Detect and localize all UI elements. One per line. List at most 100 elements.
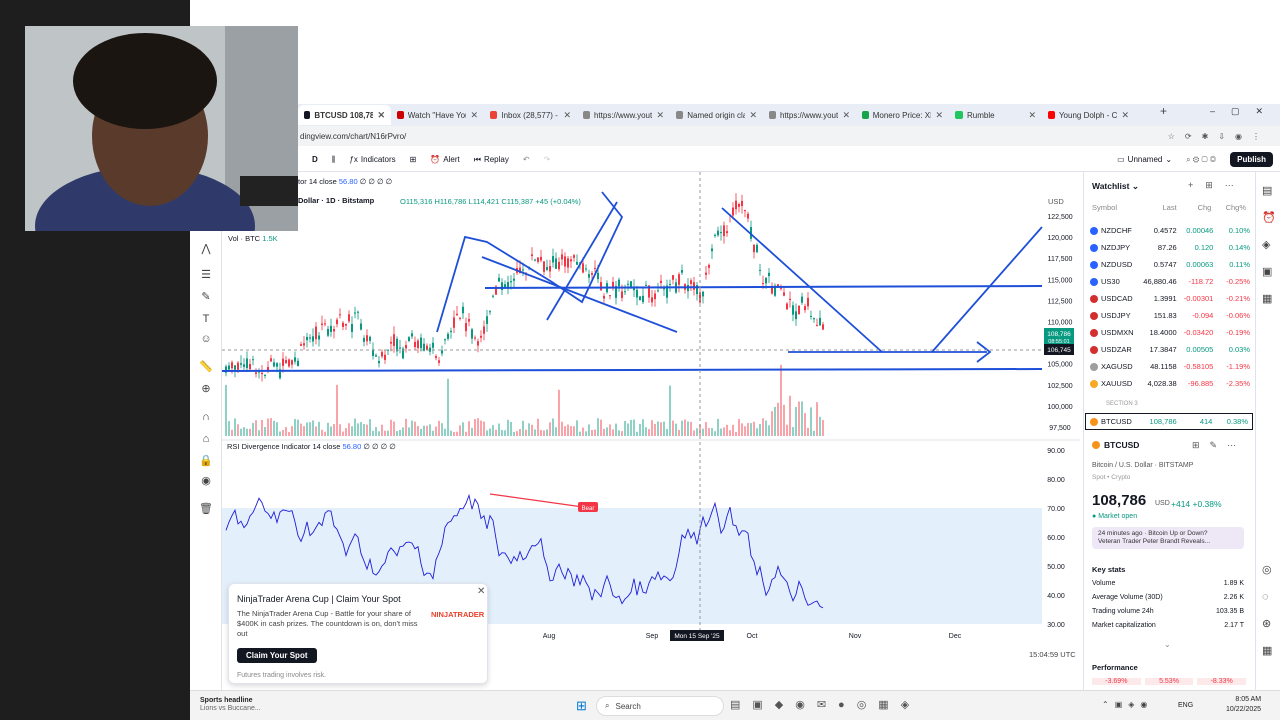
- watchlist-row[interactable]: USDJPY 151.83 -0.094 -0.06%: [1090, 307, 1250, 324]
- volume-bar: [465, 431, 467, 436]
- watchlist-row[interactable]: USDMXN 18.4000 -0.03420 -0.19%: [1090, 324, 1250, 341]
- claim-spot-button[interactable]: Claim Your Spot: [237, 648, 317, 663]
- indicator-legend-top: tor 14 close 56.80 ∅ ∅ ∅ ∅: [298, 177, 393, 186]
- watchlist-row[interactable]: XAUUSD 4,028.38 -96.885 -2.35%: [1090, 375, 1250, 392]
- candle-body: [360, 323, 362, 330]
- perf-cell[interactable]: 5.53%: [1144, 678, 1194, 685]
- close-icon[interactable]: ✕: [1121, 110, 1129, 121]
- brush-tool-icon[interactable]: ✎: [199, 290, 213, 304]
- redo-icon[interactable]: ↷: [537, 148, 558, 172]
- magnet-icon[interactable]: ∩: [199, 410, 213, 424]
- volume-legend: Vol · BTC 1.5K: [228, 234, 278, 243]
- text-tool-icon[interactable]: T: [199, 312, 213, 326]
- new-tab-button[interactable]: +: [1160, 104, 1167, 118]
- fib-tool-icon[interactable]: ☰: [199, 268, 213, 282]
- layout-icon: ▭: [1117, 155, 1125, 164]
- volume-bar: [732, 424, 734, 436]
- address-url[interactable]: dingview.com/chart/N16rPvro/: [300, 132, 406, 141]
- close-icon[interactable]: ✕: [842, 110, 850, 121]
- trash-icon[interactable]: 🗑: [199, 502, 213, 516]
- browser-tab[interactable]: https://www.youtub✕: [577, 105, 670, 125]
- browser-tab[interactable]: Inbox (28,577) - b ✕: [484, 105, 577, 125]
- utc-clock[interactable]: 15:04:59 UTC: [1029, 650, 1076, 659]
- candle-body: [537, 257, 539, 262]
- row-last: 151.83: [1153, 311, 1177, 320]
- symbol-title[interactable]: Dollar · 1D · Bitstamp: [298, 196, 374, 205]
- interval-button[interactable]: D: [298, 148, 325, 172]
- sidebar-icons[interactable]: ▤ ⏰ ◈ ▣ ▦: [1262, 178, 1276, 313]
- ad-title[interactable]: NinjaTrader Arena Cup | Claim Your Spot: [237, 594, 401, 604]
- volume-bar: [684, 419, 686, 436]
- close-icon[interactable]: ✕: [470, 110, 478, 121]
- close-icon[interactable]: ✕: [935, 110, 943, 121]
- close-icon[interactable]: ✕: [1028, 110, 1036, 121]
- volume-bar: [624, 420, 626, 436]
- taskbar-app-icons[interactable]: ▤▣◆◉✉●◎▦◈: [730, 698, 921, 711]
- browser-tab[interactable]: Named origin clari ✕: [670, 105, 763, 125]
- tray-icons[interactable]: ⌃▣◈◉: [1102, 700, 1153, 709]
- close-icon[interactable]: ✕: [477, 586, 485, 597]
- close-icon[interactable]: ✕: [563, 110, 571, 121]
- perf-cell[interactable]: -8.33%: [1197, 678, 1247, 685]
- emoji-tool-icon[interactable]: ☺: [199, 332, 213, 346]
- browser-actions-icon[interactable]: ☆⟳✱⇩◉⋮: [1168, 132, 1270, 141]
- watchlist-row[interactable]: XAGUSD 48.1158 -0.58105 -1.19%: [1090, 358, 1250, 375]
- close-icon[interactable]: ✕: [377, 110, 385, 121]
- browser-tab[interactable]: https://www.youtub✕: [763, 105, 856, 125]
- sidebar-bottom-icons[interactable]: ◎ ◌ ⊛ ▦: [1262, 557, 1272, 665]
- volume-bar: [255, 420, 257, 436]
- volume-bar: [723, 427, 725, 436]
- eye-icon[interactable]: ◉: [199, 474, 213, 488]
- details-actions-icon[interactable]: ⊞✎⋯: [1192, 440, 1246, 451]
- browser-tab[interactable]: Monero Price: XMR✕: [856, 105, 949, 125]
- window-controls[interactable]: –▢✕: [1210, 106, 1279, 117]
- watchlist-row-selected[interactable]: BTCUSD 108,786 414 0.38%: [1085, 413, 1253, 430]
- ruler-icon[interactable]: 📏: [199, 360, 213, 374]
- volume-bar: [402, 427, 404, 436]
- watchlist-row[interactable]: USDCAD 1.3991 -0.00301 -0.21%: [1090, 290, 1250, 307]
- zoom-icon[interactable]: ⊕: [199, 382, 213, 396]
- taskbar-search[interactable]: ⌕ Search: [596, 696, 724, 716]
- perf-cell[interactable]: -3.69%: [1092, 678, 1141, 685]
- layout-button[interactable]: ▭ Unnamed ⌄: [1110, 148, 1179, 172]
- search-icon[interactable]: ⌕ ⚙ ▢ ◎: [1179, 148, 1223, 172]
- publish-button[interactable]: Publish: [1223, 148, 1280, 172]
- watchlist-row[interactable]: NZDJPY 87.26 0.120 0.14%: [1090, 239, 1250, 256]
- indicators-button[interactable]: ƒx Indicators: [342, 148, 402, 172]
- language-indicator[interactable]: ENG: [1178, 702, 1193, 709]
- alert-button[interactable]: ⏰ Alert: [423, 148, 466, 172]
- windows-start-icon[interactable]: ⊞: [576, 698, 587, 714]
- chevron-down-icon[interactable]: ⌄: [1164, 640, 1171, 649]
- lock-drawing-icon[interactable]: ⌂: [199, 432, 213, 446]
- chart-type-icon[interactable]: ⫼: [325, 148, 343, 172]
- watchlist-actions-icon[interactable]: +⊞⋯: [1188, 180, 1246, 191]
- candle-body: [720, 232, 722, 234]
- news-card[interactable]: 24 minutes ago · Bitcoin Up or Down? Vet…: [1092, 527, 1244, 549]
- lock-icon[interactable]: 🔒: [199, 454, 213, 468]
- watchlist-row[interactable]: USDZAR 17.3847 0.00505 0.03%: [1090, 341, 1250, 358]
- undo-icon[interactable]: ↶: [516, 148, 537, 172]
- watchlist-row[interactable]: NZDCHF 0.4572 0.00046 0.10%: [1090, 222, 1250, 239]
- candle-body: [336, 319, 338, 325]
- candle-body: [681, 269, 683, 273]
- browser-tab[interactable]: Watch "Have You E✕: [391, 105, 484, 125]
- templates-icon[interactable]: ⊞: [403, 148, 424, 172]
- details-symbol[interactable]: BTCUSD: [1092, 440, 1139, 450]
- replay-button[interactable]: ⏮ Replay: [467, 148, 516, 172]
- pattern-tool-icon[interactable]: ⋀: [199, 242, 213, 256]
- section-header[interactable]: SECTION 3: [1106, 401, 1138, 407]
- browser-tab[interactable]: Rumble ✕: [949, 105, 1042, 125]
- candle-body: [459, 317, 461, 319]
- watchlist-title[interactable]: Watchlist ⌄: [1092, 181, 1139, 192]
- clock[interactable]: 8:05 AM 10/22/2025: [1226, 695, 1261, 715]
- address-bar[interactable]: dingview.com/chart/N16rPvro/ ☆⟳✱⇩◉⋮: [298, 126, 1280, 146]
- close-icon[interactable]: ✕: [656, 110, 664, 121]
- browser-tab[interactable]: BTCUSD 108,786 ▲✕: [298, 105, 391, 125]
- watchlist-row[interactable]: US30 46,880.46 -118.72 -0.25%: [1090, 273, 1250, 290]
- close-icon[interactable]: ✕: [749, 110, 757, 121]
- news-widget[interactable]: Sports headline Lions vs Buccane...: [200, 697, 261, 713]
- browser-tab[interactable]: Young Dolph - Crai✕: [1042, 105, 1135, 125]
- volume-bar: [762, 418, 764, 436]
- watchlist-row[interactable]: NZDUSD 0.5747 0.00063 0.11%: [1090, 256, 1250, 273]
- currency-label[interactable]: USD: [1048, 197, 1064, 206]
